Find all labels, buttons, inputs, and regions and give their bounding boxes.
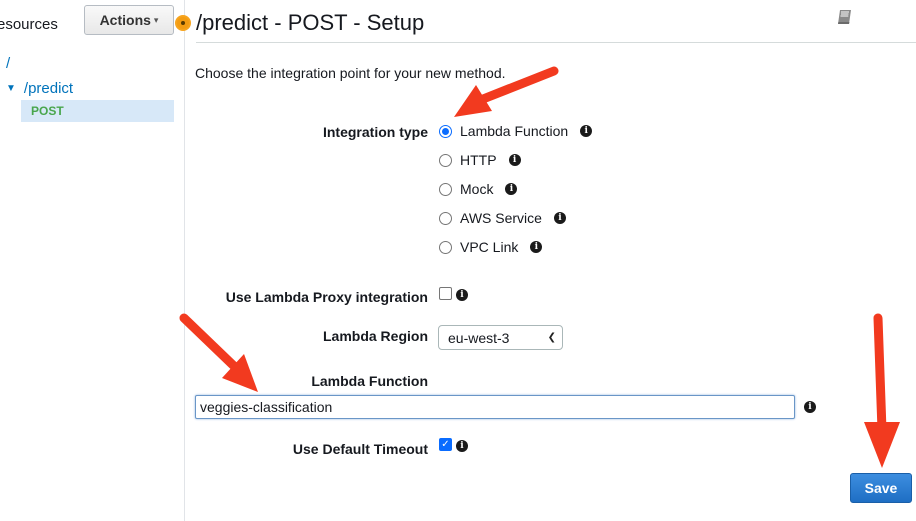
radio-button[interactable] xyxy=(439,240,452,254)
radio-aws-service[interactable]: AWS Service i xyxy=(439,210,566,226)
radio-http[interactable]: HTTP i xyxy=(439,152,521,168)
lambda-region-label: Lambda Region xyxy=(322,328,428,344)
info-icon[interactable]: i xyxy=(505,183,518,195)
radio-label: HTTP xyxy=(460,152,497,168)
actions-dropdown-button[interactable]: Actions ▾ xyxy=(84,5,174,35)
radio-label: VPC Link xyxy=(460,239,519,255)
page-title: /predict - POST - Setup xyxy=(196,10,425,35)
lambda-function-input[interactable] xyxy=(195,395,795,419)
lambda-region-select[interactable]: eu-west-3 ❮ xyxy=(438,325,563,350)
caret-down-icon: ▾ xyxy=(153,14,159,25)
title-divider xyxy=(196,42,916,43)
radio-label: Lambda Function xyxy=(460,123,569,139)
info-icon[interactable]: i xyxy=(804,401,816,413)
radio-button[interactable] xyxy=(439,124,452,138)
radio-vpc-link[interactable]: VPC Link i xyxy=(439,239,543,255)
expand-triangle-icon[interactable]: ▼ xyxy=(6,83,16,94)
save-button[interactable]: Save xyxy=(850,473,912,503)
resource-predict[interactable]: ▼ /predict xyxy=(6,80,73,97)
proxy-integration-checkbox[interactable] xyxy=(439,287,452,300)
radio-button[interactable] xyxy=(439,211,452,225)
proxy-integration-label: Use Lambda Proxy integration xyxy=(225,289,428,305)
radio-label: Mock xyxy=(460,181,494,197)
integration-type-label: Integration type xyxy=(322,124,428,140)
radio-mock[interactable]: Mock i xyxy=(439,181,518,197)
annotation-arrow-icon xyxy=(864,313,900,468)
info-icon[interactable]: i xyxy=(530,241,543,253)
method-post[interactable]: POST xyxy=(21,100,174,122)
info-icon[interactable]: i xyxy=(580,125,593,137)
default-timeout-checkbox[interactable]: ✓ xyxy=(439,438,452,451)
resources-sidebar: esources Actions ▾ / ▼ /predict POST xyxy=(0,0,185,521)
info-icon[interactable]: i xyxy=(553,212,566,224)
chevron-down-icon: ❮ xyxy=(547,332,556,343)
actions-label: Actions xyxy=(99,12,151,28)
annotation-arrow-icon xyxy=(454,66,559,117)
info-icon[interactable]: i xyxy=(508,154,521,166)
lambda-function-label: Lambda Function xyxy=(311,373,428,389)
radio-label: AWS Service xyxy=(460,210,542,226)
radio-button[interactable] xyxy=(439,153,452,167)
annotation-arrow-icon xyxy=(179,313,258,392)
book-icon[interactable] xyxy=(836,8,854,26)
default-timeout-label: Use Default Timeout xyxy=(292,441,428,457)
resource-predict-label: /predict xyxy=(23,80,74,97)
info-icon[interactable]: i xyxy=(456,289,468,301)
radio-lambda-function[interactable]: Lambda Function i xyxy=(439,123,593,139)
radio-button[interactable] xyxy=(439,182,452,196)
region-value: eu-west-3 xyxy=(448,329,510,346)
resources-title: esources xyxy=(0,16,58,33)
resource-root[interactable]: / xyxy=(6,55,10,72)
info-icon[interactable]: i xyxy=(456,440,468,452)
status-dot-icon xyxy=(175,15,191,31)
